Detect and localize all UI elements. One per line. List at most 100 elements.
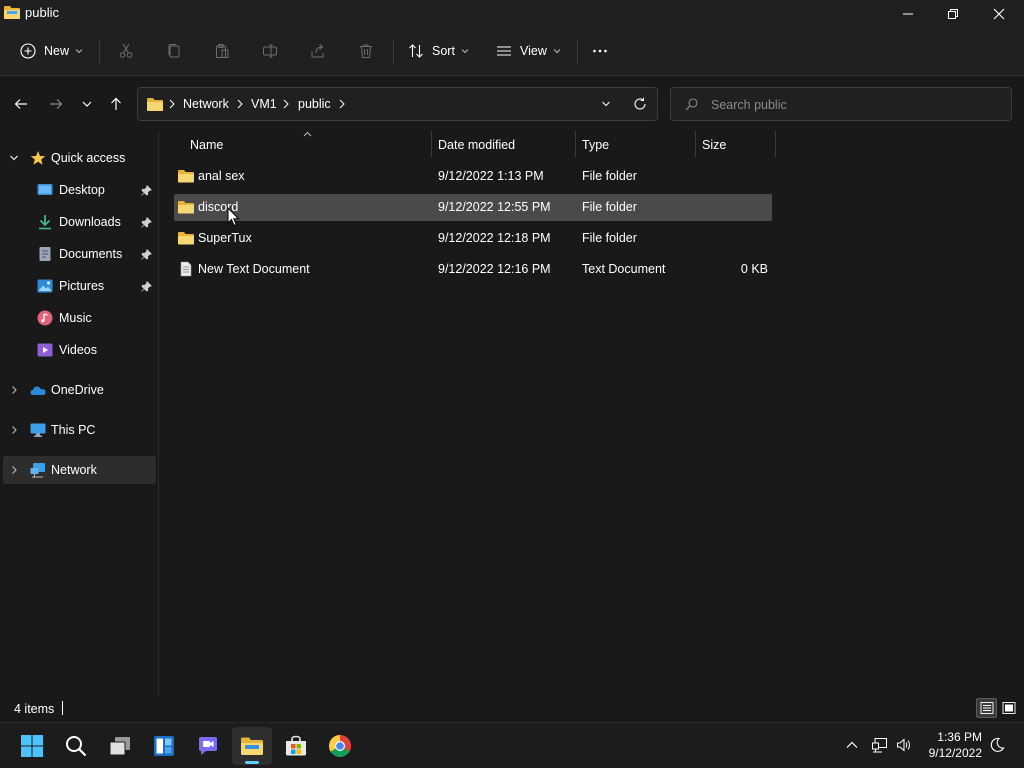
videos-icon (37, 343, 53, 357)
sidebar-item-downloads[interactable]: Downloads (0, 208, 156, 236)
sidebar-item-documents[interactable]: Documents (0, 240, 156, 268)
rename-icon (263, 44, 277, 58)
sidebar-item-videos[interactable]: Videos (0, 336, 156, 364)
copy-button[interactable] (166, 38, 182, 64)
volume-button[interactable] (895, 736, 913, 754)
pane-divider[interactable] (158, 131, 159, 695)
status-divider (62, 701, 63, 715)
delete-button[interactable] (358, 38, 374, 64)
search-icon (66, 736, 87, 757)
column-divider[interactable] (575, 131, 576, 157)
share-button[interactable] (310, 38, 326, 64)
sidebar-item-this-pc[interactable]: This PC (0, 416, 156, 444)
start-button[interactable] (12, 727, 52, 765)
sort-button[interactable]: Sort (408, 38, 469, 64)
more-options-button[interactable] (592, 38, 608, 64)
minimize-button[interactable] (885, 0, 931, 28)
close-button[interactable] (976, 0, 1022, 28)
notifications-button[interactable] (988, 736, 1006, 754)
folder-icon (178, 201, 194, 214)
show-hidden-icons-button[interactable] (843, 736, 861, 754)
sort-icon (409, 44, 423, 58)
column-divider[interactable] (695, 131, 696, 157)
copy-icon (168, 44, 180, 58)
sidebar-item-label: This PC (51, 423, 96, 437)
breadcrumb-network[interactable]: Network (183, 97, 229, 111)
refresh-icon[interactable] (633, 97, 647, 111)
mouse-cursor-icon (227, 207, 240, 227)
back-button[interactable] (10, 93, 32, 115)
column-header-size[interactable]: Size (702, 138, 726, 152)
network-status-icon (872, 738, 887, 753)
column-header-type[interactable]: Type (582, 138, 609, 152)
file-row[interactable]: New Text Document 9/12/2022 12:16 PM Tex… (174, 256, 772, 283)
sidebar-item-onedrive[interactable]: OneDrive (0, 376, 156, 404)
file-date: 9/12/2022 12:18 PM (438, 231, 551, 245)
restore-button[interactable] (930, 0, 976, 28)
chevron-down-icon[interactable] (601, 99, 611, 109)
chevron-right-icon (237, 99, 243, 109)
teams-chat-button[interactable] (188, 727, 228, 765)
separator (99, 40, 100, 64)
cut-button[interactable] (118, 38, 134, 64)
search-input[interactable] (711, 96, 1001, 114)
chrome-button[interactable] (320, 727, 360, 765)
chevron-right-icon[interactable] (9, 465, 19, 475)
search-button[interactable] (56, 727, 96, 765)
sort-label: Sort (432, 44, 455, 58)
network-status-button[interactable] (871, 736, 889, 754)
item-count: 4 items (14, 702, 55, 716)
sidebar-item-pictures[interactable]: Pictures (0, 272, 156, 300)
column-header-date[interactable]: Date modified (438, 138, 515, 152)
sidebar-item-desktop[interactable]: Desktop (0, 176, 156, 204)
sidebar-item-label: Documents (59, 247, 123, 261)
recent-locations-button[interactable] (76, 93, 98, 115)
chevron-down-icon (461, 49, 469, 54)
file-row[interactable]: discord 9/12/2022 12:55 PM File folder (174, 194, 772, 221)
file-row[interactable]: SuperTux 9/12/2022 12:18 PM File folder (174, 225, 772, 252)
file-explorer-button[interactable] (232, 727, 272, 765)
forward-button[interactable] (45, 93, 67, 115)
chevron-right-icon[interactable] (9, 425, 19, 435)
file-date: 9/12/2022 12:55 PM (438, 200, 551, 214)
title-bar: public (0, 0, 1024, 28)
sidebar-item-music[interactable]: Music (0, 304, 156, 332)
focus-assist-moon-icon (990, 737, 1005, 752)
breadcrumb-public[interactable]: public (298, 97, 331, 111)
pin-icon (141, 248, 152, 260)
rename-button[interactable] (262, 38, 278, 64)
minimize-icon (903, 13, 913, 15)
file-explorer-icon (241, 737, 263, 755)
chevron-down-icon[interactable] (9, 153, 19, 163)
view-button[interactable]: View (496, 38, 561, 64)
sidebar-item-network[interactable]: Network (3, 456, 156, 484)
up-button[interactable] (105, 93, 127, 115)
paste-button[interactable] (214, 38, 230, 64)
chevron-right-icon[interactable] (9, 385, 19, 395)
arrow-up-icon (111, 97, 121, 110)
sidebar-item-quick-access[interactable]: Quick access (0, 144, 156, 172)
sidebar-item-label: Downloads (59, 215, 121, 229)
search-box[interactable] (670, 87, 1012, 121)
widgets-button[interactable] (144, 727, 184, 765)
store-button[interactable] (276, 727, 316, 765)
status-bar: 4 items (0, 695, 1024, 722)
clock[interactable]: 1:36 PM 9/12/2022 (929, 729, 982, 761)
delete-icon (360, 44, 372, 58)
pin-icon (141, 216, 152, 228)
address-bar[interactable]: Network VM1 public (137, 87, 658, 121)
cut-icon (119, 43, 133, 58)
file-size: 0 KB (740, 262, 768, 276)
tiles-view-button[interactable] (998, 698, 1019, 718)
column-divider[interactable] (431, 131, 432, 157)
file-name: SuperTux (198, 231, 252, 245)
column-divider[interactable] (775, 131, 776, 157)
file-type: File folder (582, 231, 637, 245)
file-type: Text Document (582, 262, 666, 276)
breadcrumb-vm1[interactable]: VM1 (251, 97, 277, 111)
column-header-name[interactable]: Name (190, 138, 223, 152)
task-view-button[interactable] (100, 727, 140, 765)
details-view-button[interactable] (976, 698, 997, 718)
new-button[interactable]: New (20, 38, 83, 64)
file-row[interactable]: anal sex 9/12/2022 1:13 PM File folder (174, 163, 772, 190)
